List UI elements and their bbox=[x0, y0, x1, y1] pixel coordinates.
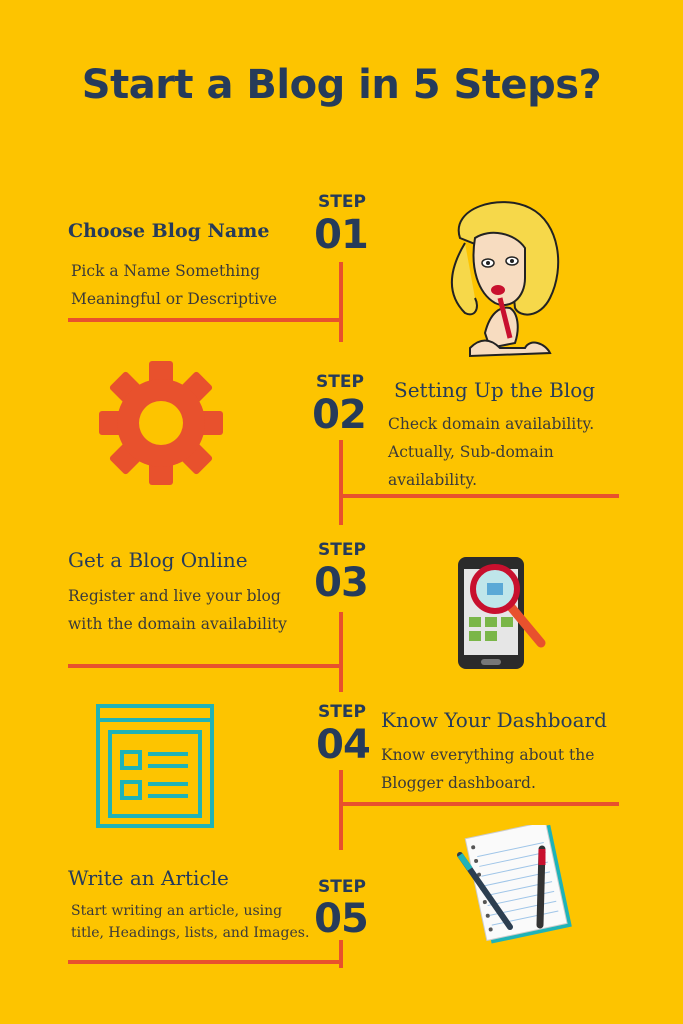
step-number: 03 bbox=[314, 560, 369, 606]
step-heading: Know Your Dashboard bbox=[381, 708, 607, 732]
dashboard-layout-icon bbox=[96, 704, 214, 828]
step-label: STEP bbox=[318, 877, 366, 897]
timeline-segment bbox=[339, 612, 343, 692]
step-number: 04 bbox=[316, 722, 371, 768]
step-heading: Setting Up the Blog bbox=[394, 378, 596, 402]
step-heading: Write an Article bbox=[68, 866, 229, 890]
step-description: Check domain availability. Actually, Sub… bbox=[388, 415, 595, 489]
step-description: Know everything about the Blogger dashbo… bbox=[381, 746, 595, 792]
step-description: Pick a Name Something Meaningful or Desc… bbox=[71, 262, 278, 308]
woman-thinking-icon bbox=[450, 201, 560, 358]
step-label: STEP bbox=[316, 372, 364, 392]
timeline-segment bbox=[339, 262, 343, 342]
phone-search-icon bbox=[458, 557, 546, 669]
step-label: STEP bbox=[318, 540, 366, 560]
step-description: Register and live your blog with the dom… bbox=[68, 587, 287, 633]
notebook-pens-icon bbox=[457, 825, 572, 944]
timeline-branch bbox=[68, 960, 343, 964]
step-description: Start writing an article, using title, H… bbox=[71, 903, 310, 941]
timeline-branch bbox=[339, 494, 619, 498]
step-number: 05 bbox=[314, 896, 369, 942]
timeline-branch bbox=[339, 802, 619, 806]
gear-icon bbox=[99, 361, 223, 485]
step-label: STEP bbox=[318, 702, 366, 722]
page-title: Start a Blog in 5 Steps? bbox=[81, 62, 602, 108]
step-heading: Choose Blog Name bbox=[68, 220, 270, 242]
timeline-branch bbox=[68, 664, 343, 668]
step-number: 01 bbox=[314, 212, 369, 258]
timeline-segment bbox=[339, 770, 343, 850]
step-heading: Get a Blog Online bbox=[68, 548, 248, 572]
step-label: STEP bbox=[318, 192, 366, 212]
timeline-segment bbox=[339, 440, 343, 525]
step-number: 02 bbox=[312, 392, 367, 438]
timeline-branch bbox=[68, 318, 343, 322]
